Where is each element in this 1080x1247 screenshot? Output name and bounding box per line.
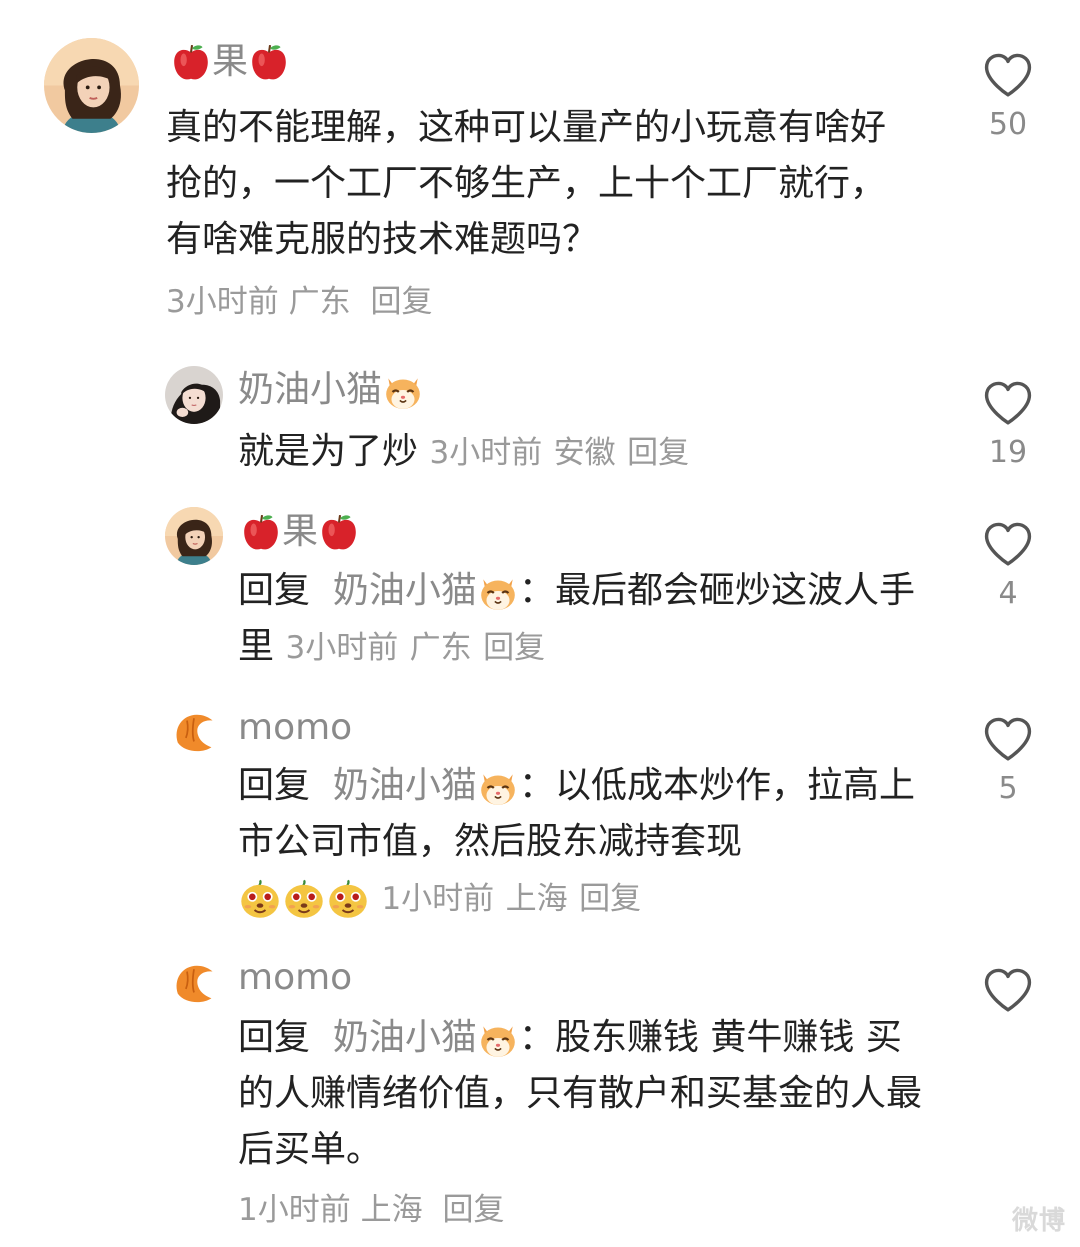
watermark: 微博	[1011, 1206, 1066, 1236]
username[interactable]: momo	[238, 706, 352, 750]
heart-icon	[982, 967, 1034, 1015]
comment-text: 回复 奶油小猫 ：以低成本炒作，拉高上市公司市值，然后股东减持套现 1小时前 上海…	[238, 758, 928, 927]
location: 安徽	[553, 435, 616, 471]
avatar[interactable]	[165, 702, 223, 760]
avatar[interactable]	[165, 366, 223, 424]
comment-meta: 3小时前 广东 回复	[166, 274, 432, 330]
heart-icon	[982, 380, 1034, 428]
username[interactable]: momo	[238, 956, 352, 1000]
cat-emoji-icon	[382, 370, 424, 412]
like-button[interactable]	[973, 967, 1043, 1023]
mention-link[interactable]: 奶油小猫	[333, 570, 519, 611]
comment-meta: 1小时前 上海 回复	[238, 1182, 504, 1238]
comment-text: 回复 奶油小猫 ：最后都会砸炒这波人手里 3小时前 广东 回复	[238, 570, 915, 667]
mention-link[interactable]: 奶油小猫	[333, 1017, 519, 1058]
username[interactable]: 果	[170, 40, 290, 84]
avatar[interactable]	[165, 507, 223, 565]
like-count: 50	[988, 107, 1028, 142]
location: 上海	[505, 881, 568, 917]
timestamp: 3小时前	[429, 435, 543, 471]
avatar[interactable]	[44, 38, 139, 133]
cat-emoji-icon	[477, 766, 519, 808]
reply-button[interactable]: 回复	[483, 630, 545, 666]
reply-button[interactable]: 回复	[627, 435, 689, 471]
heart-icon	[982, 521, 1034, 569]
heart-icon	[982, 716, 1034, 764]
timestamp: 1小时前	[238, 1192, 351, 1228]
username[interactable]: 奶油小猫	[238, 368, 424, 412]
reply-button[interactable]: 回复	[579, 881, 641, 917]
reply-button[interactable]: 回复	[370, 284, 432, 320]
apple-emoji-icon	[318, 512, 360, 554]
comment-text: 回复 奶油小猫 ：股东赚钱 黄牛赚钱 买的人赚情绪价值，只有散户和买基金的人最后买…	[238, 1017, 923, 1170]
doge-emoji-icon	[326, 877, 370, 921]
doge-emoji-icon	[282, 877, 326, 921]
comment-text: 就是为了炒 3小时前 安徽 回复	[238, 431, 690, 472]
like-count: 4	[998, 576, 1018, 611]
timestamp: 1小时前	[381, 881, 495, 917]
like-button[interactable]: 5	[973, 716, 1043, 806]
username[interactable]: 果	[240, 510, 360, 554]
location: 广东	[288, 284, 351, 320]
timestamp: 3小时前	[285, 630, 399, 666]
doge-emoji-icon	[238, 877, 282, 921]
reply-button[interactable]: 回复	[442, 1192, 504, 1228]
like-count: 19	[988, 435, 1028, 470]
timestamp: 3小时前	[166, 284, 279, 320]
heart-icon	[982, 52, 1034, 100]
apple-emoji-icon	[248, 42, 290, 84]
mention-link[interactable]: 奶油小猫	[333, 765, 519, 806]
like-button[interactable]: 4	[973, 521, 1043, 611]
apple-emoji-icon	[170, 42, 212, 84]
like-count: 5	[998, 771, 1018, 806]
avatar[interactable]	[165, 953, 223, 1011]
location: 上海	[360, 1192, 423, 1228]
cat-emoji-icon	[477, 1018, 519, 1060]
apple-emoji-icon	[240, 512, 282, 554]
like-button[interactable]: 50	[973, 52, 1043, 142]
location: 广东	[409, 630, 472, 666]
cat-emoji-icon	[477, 571, 519, 613]
comment-text: 真的不能理解，这种可以量产的小玩意有啥好抢的，一个工厂不够生产，上十个工厂就行，…	[166, 107, 887, 260]
like-button[interactable]: 19	[973, 380, 1043, 470]
